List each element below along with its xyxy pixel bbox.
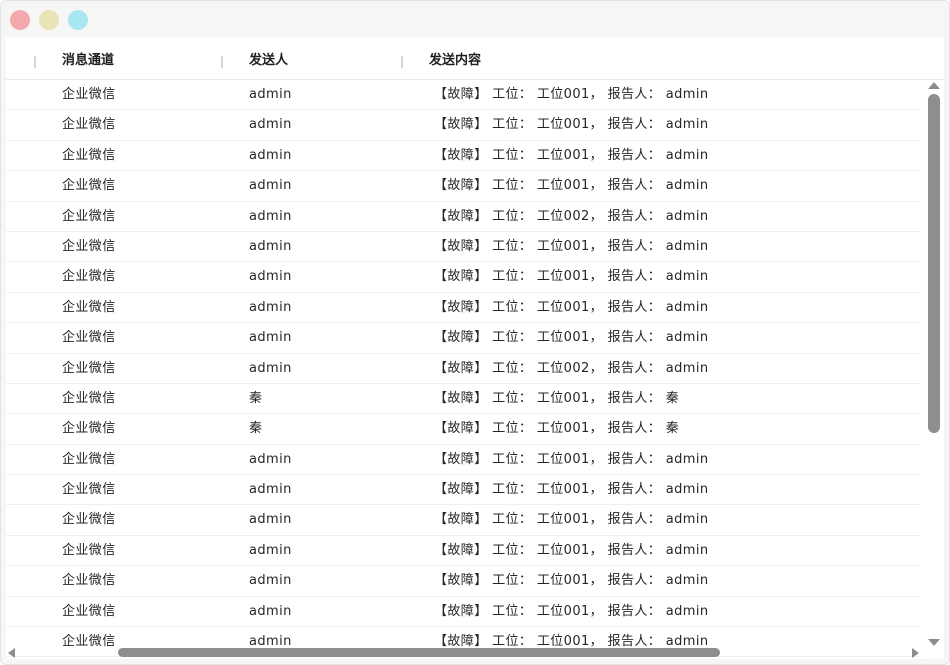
table-row[interactable]: 企业微信 秦 【故障】 工位： 工位001， 报告人： 秦 bbox=[6, 414, 921, 445]
scroll-up-icon[interactable] bbox=[928, 82, 940, 89]
cell-content: 【故障】 工位： 工位002， 报告人： admin bbox=[434, 360, 709, 376]
cell-content: 【故障】 工位： 工位001， 报告人： admin bbox=[434, 482, 709, 498]
cell-channel: 企业微信 bbox=[62, 573, 116, 589]
cell-sender: admin bbox=[249, 208, 292, 224]
cell-content: 【故障】 工位： 工位001， 报告人： admin bbox=[434, 238, 709, 254]
cell-content: 【故障】 工位： 工位001， 报告人： 秦 bbox=[434, 421, 680, 437]
minimize-window-button[interactable] bbox=[39, 10, 59, 30]
table-row[interactable]: 企业微信 admin 【故障】 工位： 工位002， 报告人： admin bbox=[6, 354, 921, 384]
cell-channel: 企业微信 bbox=[62, 330, 116, 346]
table-row[interactable]: 企业微信 admin 【故障】 工位： 工位001， 报告人： admin bbox=[6, 445, 921, 476]
cell-sender: admin bbox=[249, 299, 292, 315]
table-row[interactable]: 企业微信 admin 【故障】 工位： 工位001， 报告人： admin bbox=[6, 232, 921, 263]
cell-channel: 企业微信 bbox=[62, 542, 116, 558]
table-row[interactable]: 企业微信 admin 【故障】 工位： 工位001， 报告人： admin bbox=[6, 110, 921, 141]
cell-content: 【故障】 工位： 工位001， 报告人： admin bbox=[434, 542, 709, 558]
cell-sender: admin bbox=[249, 330, 292, 346]
horizontal-scrollbar[interactable] bbox=[6, 647, 925, 659]
header-sender[interactable]: 发送人 bbox=[249, 43, 288, 79]
cell-channel: 企业微信 bbox=[62, 147, 116, 163]
cell-sender: admin bbox=[249, 603, 292, 619]
cell-content: 【故障】 工位： 工位001， 报告人： 秦 bbox=[434, 390, 680, 406]
cell-channel: 企业微信 bbox=[62, 208, 116, 224]
cell-channel: 企业微信 bbox=[62, 451, 116, 467]
column-resize-handle[interactable] bbox=[401, 56, 403, 68]
cell-content: 【故障】 工位： 工位001， 报告人： admin bbox=[434, 269, 709, 285]
cell-channel: 企业微信 bbox=[62, 238, 116, 254]
table-row[interactable]: 企业微信 admin 【故障】 工位： 工位001， 报告人： admin bbox=[6, 566, 921, 597]
cell-channel: 企业微信 bbox=[62, 421, 116, 437]
cell-sender: 秦 bbox=[249, 421, 263, 437]
cell-sender: admin bbox=[249, 147, 292, 163]
table-row[interactable]: 企业微信 admin 【故障】 工位： 工位002， 报告人： admin bbox=[6, 202, 921, 232]
cell-content: 【故障】 工位： 工位001， 报告人： admin bbox=[434, 178, 709, 194]
vertical-scrollbar[interactable] bbox=[925, 80, 941, 648]
cell-content: 【故障】 工位： 工位001， 报告人： admin bbox=[434, 117, 709, 133]
cell-sender: admin bbox=[249, 573, 292, 589]
cell-channel: 企业微信 bbox=[62, 117, 116, 133]
cell-channel: 企业微信 bbox=[62, 269, 116, 285]
cell-channel: 企业微信 bbox=[62, 390, 116, 406]
maximize-window-button[interactable] bbox=[68, 10, 88, 30]
header-channel[interactable]: 消息通道 bbox=[62, 43, 114, 79]
table-row[interactable]: 企业微信 admin 【故障】 工位： 工位001， 报告人： admin bbox=[6, 141, 921, 172]
cell-channel: 企业微信 bbox=[62, 603, 116, 619]
cell-channel: 企业微信 bbox=[62, 299, 116, 315]
cell-content: 【故障】 工位： 工位001， 报告人： admin bbox=[434, 603, 709, 619]
cell-sender: admin bbox=[249, 512, 292, 528]
table-row[interactable]: 企业微信 admin 【故障】 工位： 工位001， 报告人： admin bbox=[6, 293, 921, 324]
cell-content: 【故障】 工位： 工位001， 报告人： admin bbox=[434, 330, 709, 346]
scroll-down-icon[interactable] bbox=[928, 639, 940, 646]
cell-sender: admin bbox=[249, 87, 292, 102]
cell-sender: admin bbox=[249, 451, 292, 467]
cell-sender: admin bbox=[249, 178, 292, 194]
cell-content: 【故障】 工位： 工位001， 报告人： admin bbox=[434, 512, 709, 528]
cell-channel: 企业微信 bbox=[62, 87, 116, 102]
column-resize-handle[interactable] bbox=[34, 56, 36, 68]
vertical-scroll-thumb[interactable] bbox=[928, 94, 940, 433]
horizontal-scroll-thumb[interactable] bbox=[118, 648, 720, 657]
cell-content: 【故障】 工位： 工位001， 报告人： admin bbox=[434, 299, 709, 315]
cell-channel: 企业微信 bbox=[62, 360, 116, 376]
cell-sender: admin bbox=[249, 360, 292, 376]
cell-sender: 秦 bbox=[249, 390, 263, 406]
cell-content: 【故障】 工位： 工位001， 报告人： admin bbox=[434, 573, 709, 589]
table-body: 企业微信 admin 【故障】 工位： 工位001， 报告人： admin 企业微信 a… bbox=[6, 80, 921, 659]
table-row[interactable]: 企业微信 admin 【故障】 工位： 工位001， 报告人： admin bbox=[6, 323, 921, 354]
title-bar bbox=[1, 1, 949, 37]
message-log-panel: 消息通道 发送人 发送内容 企业微信 admin 【故障】 工位： 工位001， 报… bbox=[6, 37, 944, 659]
scroll-left-icon[interactable] bbox=[8, 648, 15, 658]
table-row[interactable]: 企业微信 admin 【故障】 工位： 工位001， 报告人： admin bbox=[6, 171, 921, 202]
scroll-right-icon[interactable] bbox=[912, 648, 919, 658]
app-window: 消息通道 发送人 发送内容 企业微信 admin 【故障】 工位： 工位001， 报… bbox=[0, 0, 950, 665]
cell-content: 【故障】 工位： 工位001， 报告人： admin bbox=[434, 451, 709, 467]
cell-sender: admin bbox=[249, 238, 292, 254]
table-row[interactable]: 企业微信 admin 【故障】 工位： 工位001， 报告人： admin bbox=[6, 536, 921, 567]
close-window-button[interactable] bbox=[10, 10, 30, 30]
column-resize-handle[interactable] bbox=[221, 56, 223, 68]
table-row[interactable]: 企业微信 秦 【故障】 工位： 工位001， 报告人： 秦 bbox=[6, 384, 921, 415]
cell-channel: 企业微信 bbox=[62, 482, 116, 498]
table-row[interactable]: 企业微信 admin 【故障】 工位： 工位001， 报告人： admin bbox=[6, 475, 921, 506]
table-row[interactable]: 企业微信 admin 【故障】 工位： 工位001， 报告人： admin bbox=[6, 80, 921, 111]
cell-channel: 企业微信 bbox=[62, 178, 116, 194]
cell-channel: 企业微信 bbox=[62, 512, 116, 528]
cell-sender: admin bbox=[249, 269, 292, 285]
table-header: 消息通道 发送人 发送内容 bbox=[6, 43, 944, 80]
cell-content: 【故障】 工位： 工位001， 报告人： admin bbox=[434, 87, 709, 102]
table-row[interactable]: 企业微信 admin 【故障】 工位： 工位001， 报告人： admin bbox=[6, 262, 921, 293]
header-content[interactable]: 发送内容 bbox=[429, 43, 481, 79]
cell-sender: admin bbox=[249, 482, 292, 498]
cell-content: 【故障】 工位： 工位001， 报告人： admin bbox=[434, 147, 709, 163]
cell-sender: admin bbox=[249, 542, 292, 558]
cell-content: 【故障】 工位： 工位002， 报告人： admin bbox=[434, 208, 709, 224]
table-row[interactable]: 企业微信 admin 【故障】 工位： 工位001， 报告人： admin bbox=[6, 505, 921, 536]
cell-sender: admin bbox=[249, 117, 292, 133]
table-row[interactable]: 企业微信 admin 【故障】 工位： 工位001， 报告人： admin bbox=[6, 597, 921, 628]
